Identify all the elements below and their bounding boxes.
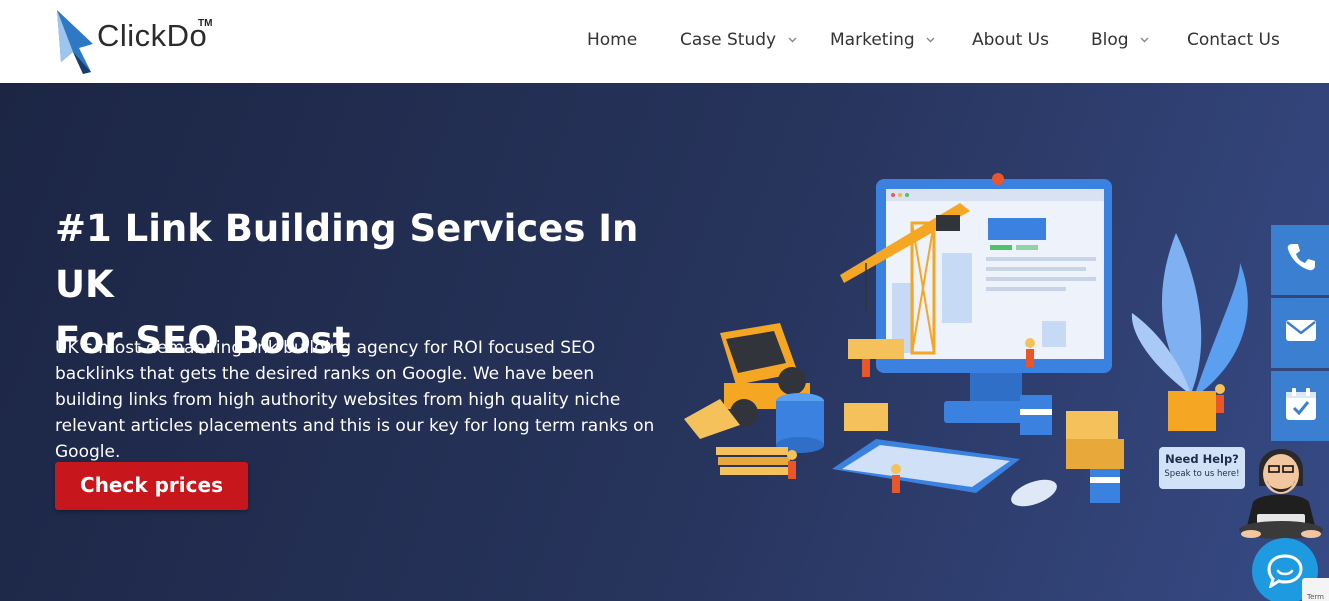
nav-item-label: Blog [1091, 30, 1129, 50]
support-agent-avatar[interactable] [1233, 430, 1329, 542]
hero-description: UK’s most demanding link building agency… [55, 338, 655, 462]
calendar-check-icon [1286, 388, 1316, 420]
nav-item-contact-us[interactable]: Contact Us [1187, 30, 1280, 50]
main-nav: Home Case Study Marketing About Us Blog … [0, 30, 1329, 54]
site-header: ClickDo TM Home Case Study Marketing Abo… [0, 0, 1329, 83]
nav-item-marketing[interactable]: Marketing [830, 30, 935, 50]
nav-item-label: Marketing [830, 30, 915, 50]
nav-item-home[interactable]: Home [587, 30, 637, 50]
chat-bubble-icon [1267, 554, 1303, 588]
recaptcha-text: Term [1307, 593, 1324, 601]
nav-item-label: Case Study [680, 30, 777, 50]
email-button[interactable] [1271, 298, 1329, 368]
hero-title-line1: #1 Link Building Services In UK [55, 207, 639, 306]
nav-item-label: Home [587, 30, 638, 50]
nav-item-blog[interactable]: Blog [1091, 30, 1149, 50]
nav-item-case-study[interactable]: Case Study [680, 30, 797, 50]
hero-section: #1 Link Building Services In UK For SEO … [0, 83, 1329, 601]
phone-button[interactable] [1271, 225, 1329, 295]
email-icon [1286, 320, 1316, 341]
nav-item-label: About Us [972, 30, 1049, 50]
chevron-down-icon [788, 37, 796, 43]
phone-icon [1287, 244, 1315, 271]
nav-item-about-us[interactable]: About Us [972, 30, 1049, 50]
chevron-down-icon [926, 37, 935, 43]
chevron-down-icon [1140, 37, 1149, 43]
check-prices-button[interactable]: Check prices [55, 462, 248, 510]
logo-trademark: TM [198, 18, 213, 29]
recaptcha-badge: Term [1302, 578, 1329, 601]
nav-item-label: Contact Us [1187, 30, 1280, 50]
